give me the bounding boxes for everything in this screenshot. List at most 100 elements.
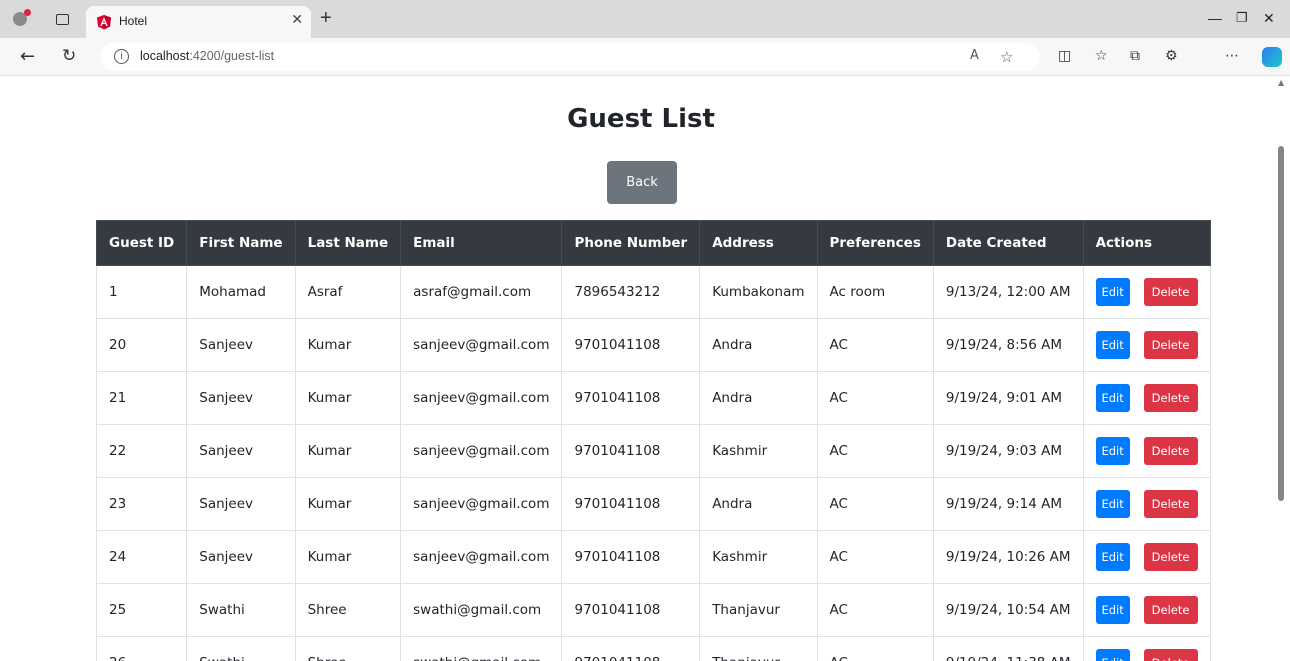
tab-close-icon[interactable]: ✕	[291, 12, 303, 28]
delete-button[interactable]: Delete	[1143, 543, 1198, 571]
collections-icon[interactable]: ⧉	[1130, 48, 1140, 64]
cell-first-name: Sanjeev	[186, 530, 296, 584]
col-last-name: Last Name	[294, 220, 402, 266]
cell-first-name: Swathi	[186, 583, 296, 637]
address-bar[interactable]: i localhost:4200/guest-list A ☆	[100, 43, 1040, 71]
cell-address: Andra	[699, 477, 818, 531]
tab-title: Hotel	[119, 14, 148, 28]
scroll-up-arrow-icon[interactable]: ▲	[1278, 78, 1284, 87]
cell-last-name: Asraf	[294, 265, 402, 319]
cell-guest-id: 24	[95, 530, 188, 584]
cell-preferences: Ac room	[816, 265, 934, 319]
edit-button[interactable]: Edit	[1095, 384, 1130, 412]
edit-button[interactable]: Edit	[1095, 331, 1130, 359]
cell-email: sanjeev@gmail.com	[400, 318, 563, 372]
browser-toolbar: ← ↻ i localhost:4200/guest-list A ☆ ◫ ☆ …	[0, 38, 1290, 76]
delete-button[interactable]: Delete	[1143, 437, 1198, 465]
table-row: 20 Sanjeev Kumar sanjeev@gmail.com 97010…	[95, 318, 1211, 372]
site-info-icon[interactable]: i	[114, 49, 129, 64]
cell-last-name: Kumar	[294, 318, 402, 372]
cell-phone: 9701041108	[561, 530, 701, 584]
edit-button[interactable]: Edit	[1095, 596, 1130, 624]
back-arrow-icon[interactable]: ←	[20, 46, 35, 67]
cell-email: swathi@gmail.com	[400, 636, 563, 661]
table-header-row: Guest ID First Name Last Name Email Phon…	[95, 220, 1211, 266]
edit-button[interactable]: Edit	[1095, 490, 1130, 518]
cell-phone: 9701041108	[561, 371, 701, 425]
cell-last-name: Kumar	[294, 530, 402, 584]
cell-email: sanjeev@gmail.com	[400, 371, 563, 425]
page-title: Guest List	[567, 104, 715, 134]
table-row: 25 Swathi Shree swathi@gmail.com 9701041…	[95, 583, 1211, 637]
delete-button[interactable]: Delete	[1143, 278, 1198, 306]
tab-actions-icon[interactable]	[52, 9, 72, 29]
cell-date-created: 9/13/24, 12:00 AM	[932, 265, 1084, 319]
url-text: localhost:4200/guest-list	[140, 49, 275, 63]
cell-guest-id: 23	[95, 477, 188, 531]
cell-email: sanjeev@gmail.com	[400, 530, 563, 584]
cell-address: Kumbakonam	[699, 265, 818, 319]
cell-address: Thanjavur	[699, 636, 818, 661]
cell-email: asraf@gmail.com	[400, 265, 563, 319]
minimize-icon[interactable]: —	[1208, 10, 1222, 26]
cell-phone: 9701041108	[561, 424, 701, 478]
back-button[interactable]: Back	[607, 161, 677, 204]
cell-address: Kashmir	[699, 530, 818, 584]
cell-guest-id: 26	[95, 636, 188, 661]
edit-button[interactable]: Edit	[1095, 278, 1130, 306]
cell-preferences: AC	[816, 636, 934, 661]
new-tab-icon[interactable]: +	[320, 7, 332, 30]
split-screen-icon[interactable]: ◫	[1058, 48, 1071, 64]
profile-icon[interactable]	[10, 9, 31, 29]
cell-last-name: Kumar	[294, 424, 402, 478]
restore-icon[interactable]: ❐	[1236, 10, 1248, 26]
page-scrollbar[interactable]: ▲	[1274, 76, 1290, 661]
delete-button[interactable]: Delete	[1143, 596, 1198, 624]
cell-email: sanjeev@gmail.com	[400, 477, 563, 531]
col-address: Address	[699, 220, 818, 266]
cell-last-name: Kumar	[294, 477, 402, 531]
browser-tab-hotel[interactable]: Hotel ✕	[86, 6, 311, 38]
cell-preferences: AC	[816, 530, 934, 584]
cell-guest-id: 21	[95, 371, 188, 425]
cell-last-name: Kumar	[294, 371, 402, 425]
cell-phone: 9701041108	[561, 477, 701, 531]
delete-button[interactable]: Delete	[1143, 331, 1198, 359]
favorites-icon[interactable]: ☆	[1095, 48, 1108, 64]
edit-button[interactable]: Edit	[1095, 649, 1130, 661]
extensions-icon[interactable]: ⚙	[1165, 48, 1178, 64]
delete-button[interactable]: Delete	[1143, 490, 1198, 518]
cell-actions: Edit Delete	[1082, 583, 1211, 637]
read-aloud-icon[interactable]: A	[970, 48, 979, 63]
cell-date-created: 9/19/24, 10:54 AM	[932, 583, 1084, 637]
table-row: 1 Mohamad Asraf asraf@gmail.com 78965432…	[95, 265, 1211, 319]
browser-tab-bar: Hotel ✕ + — ❐ ✕	[0, 0, 1290, 38]
col-actions: Actions	[1082, 220, 1211, 266]
edit-button[interactable]: Edit	[1095, 437, 1130, 465]
cell-first-name: Sanjeev	[186, 477, 296, 531]
favorite-star-icon[interactable]: ☆	[1000, 48, 1013, 66]
angular-icon	[97, 15, 111, 30]
cell-phone: 9701041108	[561, 636, 701, 661]
delete-button[interactable]: Delete	[1143, 649, 1198, 661]
cell-email: swathi@gmail.com	[400, 583, 563, 637]
copilot-icon[interactable]	[1262, 47, 1282, 67]
cell-preferences: AC	[816, 371, 934, 425]
cell-last-name: Shree	[294, 583, 402, 637]
cell-phone: 9701041108	[561, 318, 701, 372]
table-row: 26 Swathi Shree swathi@gmail.com 9701041…	[95, 636, 1211, 661]
cell-preferences: AC	[816, 583, 934, 637]
refresh-icon[interactable]: ↻	[62, 46, 76, 66]
table-row: 23 Sanjeev Kumar sanjeev@gmail.com 97010…	[95, 477, 1211, 531]
scroll-thumb[interactable]	[1278, 146, 1284, 501]
cell-date-created: 9/19/24, 8:56 AM	[932, 318, 1084, 372]
cell-first-name: Sanjeev	[186, 424, 296, 478]
cell-guest-id: 20	[95, 318, 188, 372]
table-body: 1 Mohamad Asraf asraf@gmail.com 78965432…	[95, 265, 1211, 661]
cell-date-created: 9/19/24, 11:38 AM	[932, 636, 1084, 661]
more-menu-icon[interactable]: ⋯	[1225, 48, 1239, 64]
close-window-icon[interactable]: ✕	[1263, 10, 1275, 27]
delete-button[interactable]: Delete	[1143, 384, 1198, 412]
cell-actions: Edit Delete	[1082, 318, 1211, 372]
edit-button[interactable]: Edit	[1095, 543, 1130, 571]
